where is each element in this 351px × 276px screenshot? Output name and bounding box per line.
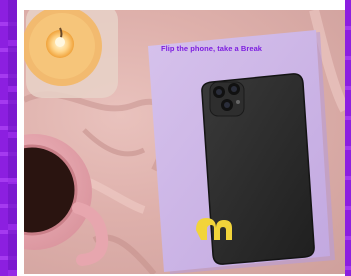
notebook-tagline: Flip the phone, take a Break — [161, 44, 263, 53]
right-purple-border — [345, 0, 351, 276]
left-purple-border — [0, 0, 17, 276]
candle-icon — [24, 10, 118, 98]
screenshot-frame: Flip the phone, take a Break — [0, 0, 351, 276]
brand-logo-icon — [196, 218, 232, 240]
mug-icon — [24, 134, 109, 266]
camera-icon — [209, 81, 245, 117]
phone-icon — [196, 73, 315, 265]
